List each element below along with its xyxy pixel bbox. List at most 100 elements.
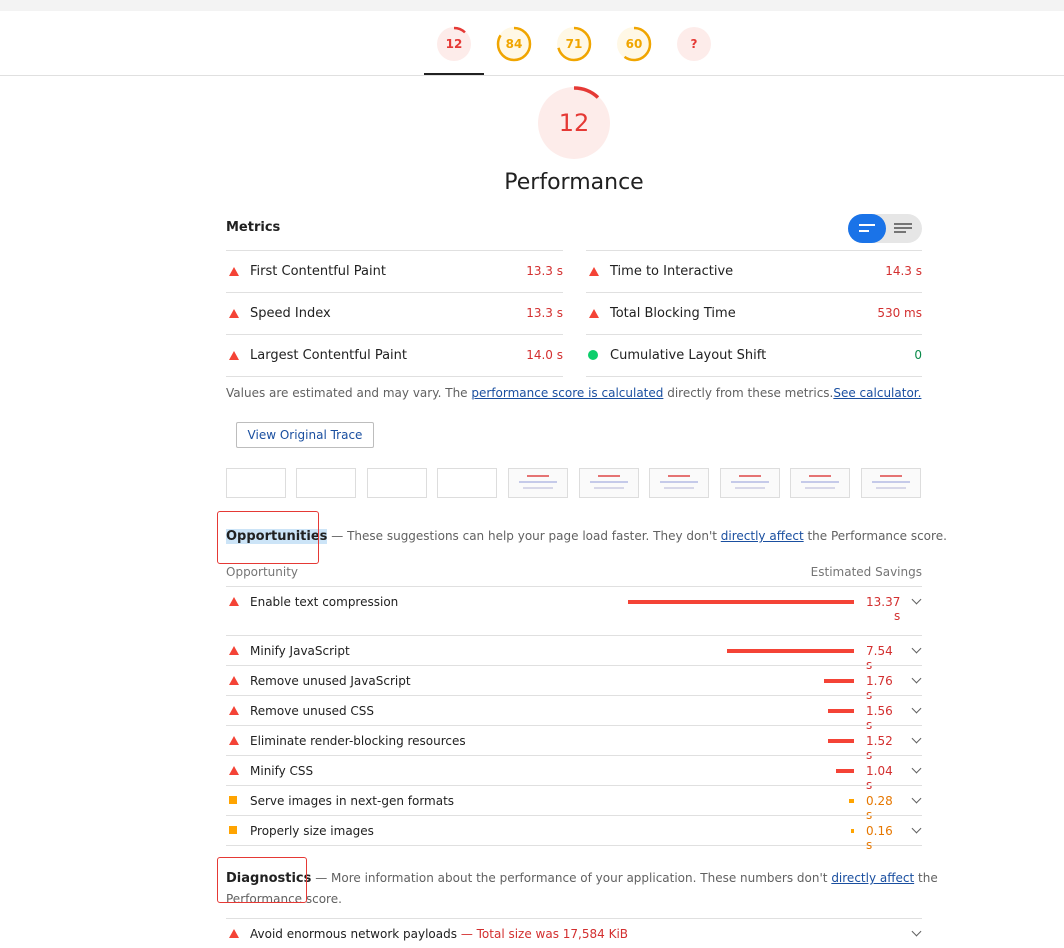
savings-column-label: Estimated Savings [810, 565, 922, 579]
opportunity-row[interactable]: Serve images in next-gen formats 0.28 s [226, 785, 922, 822]
chevron-down-icon[interactable] [911, 823, 922, 834]
fail-triangle-icon [229, 929, 239, 938]
metric-label: Speed Index [250, 306, 331, 321]
opportunities-description: These suggestions can help your page loa… [347, 529, 721, 543]
chevron-down-icon[interactable] [911, 673, 922, 684]
tab-best-practices[interactable]: 71 [556, 26, 592, 62]
metric-value: 13.3 s [526, 306, 563, 320]
savings-bar [726, 649, 854, 653]
savings-value: 13.37 s [866, 595, 900, 623]
diagnostic-row[interactable]: Avoid enormous network payloads — Total … [226, 918, 922, 948]
metric-label: Largest Contentful Paint [250, 348, 408, 363]
filmstrip-frame [296, 468, 356, 498]
opportunity-label: Minify JavaScript [250, 644, 350, 658]
directly-affect-link[interactable]: directly affect [831, 871, 914, 885]
metrics-left-column: First Contentful Paint 13.3 s Speed Inde… [226, 250, 563, 377]
see-calculator-link[interactable]: See calculator. [833, 386, 921, 400]
metric-row: Cumulative Layout Shift 0 [586, 334, 922, 376]
metric-value: 13.3 s [526, 264, 563, 278]
warning-square-icon [229, 796, 237, 804]
metric-label: Cumulative Layout Shift [610, 348, 767, 363]
estimate-note: Values are estimated and may vary. The p… [226, 386, 921, 400]
metric-value: 530 ms [877, 306, 922, 320]
view-original-trace-button[interactable]: View Original Trace [236, 422, 374, 448]
filmstrip-frame [790, 468, 850, 498]
savings-bar [824, 679, 854, 683]
savings-bar [836, 769, 854, 773]
compact-view-button[interactable] [848, 214, 886, 243]
opportunity-row[interactable]: Minify JavaScript 7.54 s [226, 635, 922, 672]
tab-pwa[interactable]: ? [676, 26, 712, 62]
chevron-down-icon[interactable] [911, 643, 922, 654]
tab-score: ? [690, 37, 698, 51]
fail-triangle-icon [229, 351, 239, 360]
opportunity-row[interactable]: Remove unused CSS 1.56 s [226, 695, 922, 732]
opportunities-header: Opportunities — These suggestions can he… [226, 529, 947, 544]
diagnostics-header: Diagnostics — More information about the… [226, 868, 938, 909]
diagnostics-description-suffix: the [914, 871, 938, 885]
opportunity-row[interactable]: Minify CSS 1.04 s [226, 755, 922, 792]
tab-score: 71 [565, 37, 583, 51]
performance-score-gauge: 12 [536, 85, 612, 161]
chevron-down-icon[interactable] [911, 733, 922, 744]
diagnostic-detail: — Total size was 17,584 KiB [457, 927, 629, 941]
opportunities-description-suffix: the Performance score. [803, 529, 947, 543]
savings-value: 0.16 s [866, 824, 893, 852]
opportunity-label: Serve images in next-gen formats [250, 794, 455, 808]
tab-seo[interactable]: 60 [616, 26, 652, 62]
directly-affect-link[interactable]: directly affect [721, 529, 804, 543]
active-tab-indicator [424, 73, 484, 75]
chevron-down-icon[interactable] [911, 926, 922, 937]
metric-label: Time to Interactive [610, 264, 734, 279]
estimate-prefix: Values are estimated and may vary. The [226, 386, 472, 400]
metric-row: Speed Index 13.3 s [226, 292, 563, 334]
filmstrip-frame [720, 468, 780, 498]
opportunity-row[interactable]: Properly size images 0.16 s [226, 815, 922, 852]
tab-score: 84 [505, 37, 523, 51]
tab-performance[interactable]: 12 [436, 26, 472, 62]
opportunity-row[interactable]: Enable text compression 13.37 s [226, 586, 922, 635]
opportunity-row[interactable]: Eliminate render-blocking resources 1.52… [226, 725, 922, 762]
chevron-down-icon[interactable] [911, 703, 922, 714]
opportunity-label: Enable text compression [250, 595, 399, 609]
metric-row: First Contentful Paint 13.3 s [226, 250, 563, 292]
opportunity-table-header: Opportunity Estimated Savings [226, 565, 922, 579]
warning-square-icon [229, 826, 237, 834]
metrics-heading: Metrics [226, 220, 281, 235]
fail-triangle-icon [589, 309, 599, 318]
filmstrip-frame [226, 468, 286, 498]
opportunity-label: Remove unused CSS [250, 704, 375, 718]
metric-value: 14.0 s [526, 348, 563, 362]
chevron-down-icon[interactable] [911, 793, 922, 804]
fail-triangle-icon [589, 267, 599, 276]
filmstrip-frame [579, 468, 639, 498]
category-tab-bar: 12 84 71 60 ? [0, 11, 1064, 76]
filmstrip-frame [367, 468, 427, 498]
opportunity-label: Eliminate render-blocking resources [250, 734, 466, 748]
filmstrip-frame [508, 468, 568, 498]
metrics-right-column: Time to Interactive 14.3 s Total Blockin… [586, 250, 922, 377]
tab-score: 12 [445, 37, 463, 51]
metric-value: 0 [914, 348, 922, 362]
chevron-down-icon[interactable] [911, 594, 922, 605]
fail-triangle-icon [229, 706, 239, 715]
fail-triangle-icon [229, 309, 239, 318]
top-strip [0, 0, 1064, 11]
fail-triangle-icon [229, 267, 239, 276]
score-calculation-link[interactable]: performance score is calculated [471, 386, 663, 400]
fail-triangle-icon [229, 597, 239, 606]
chevron-down-icon[interactable] [911, 763, 922, 774]
category-title: Performance [504, 170, 644, 195]
fail-triangle-icon [229, 646, 239, 655]
tab-accessibility[interactable]: 84 [496, 26, 532, 62]
diagnostics-description: More information about the performance o… [331, 871, 832, 885]
savings-value-number: 13.37 [866, 595, 901, 609]
metric-value: 14.3 s [885, 264, 922, 278]
expanded-view-button[interactable] [886, 214, 922, 243]
opportunity-row[interactable]: Remove unused JavaScript 1.76 s [226, 665, 922, 702]
annotation-box [217, 857, 307, 903]
metric-row: Largest Contentful Paint 14.0 s [226, 334, 563, 376]
estimate-middle: directly from these metrics. [663, 386, 834, 400]
performance-score: 12 [558, 109, 590, 137]
metrics-view-toggle[interactable] [848, 214, 922, 243]
